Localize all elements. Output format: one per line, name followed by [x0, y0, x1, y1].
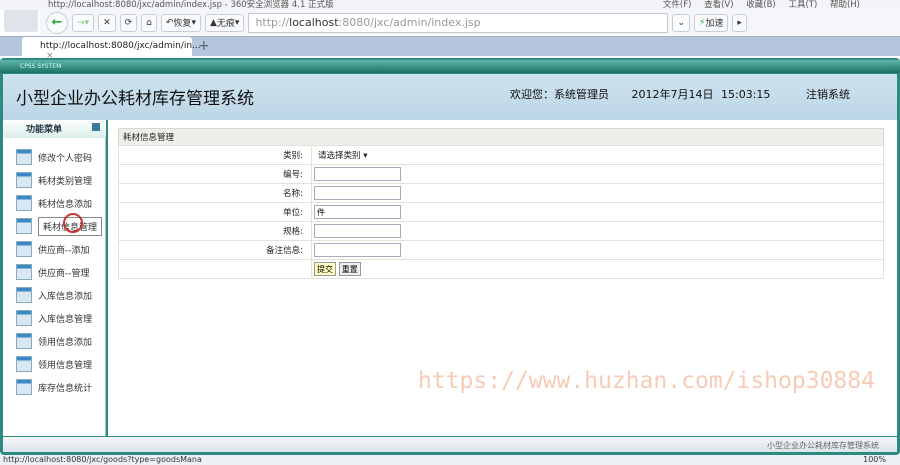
user-icon	[16, 379, 32, 395]
sidebar-item-label: 修改个人密码	[38, 153, 93, 164]
sidebar-header: 功能菜单	[4, 120, 106, 138]
user-icon	[16, 149, 32, 165]
speed-button[interactable]: ⚡ 加速	[693, 13, 729, 32]
zoom-level[interactable]: 100%	[863, 455, 886, 465]
sidebar-item[interactable]: 修改个人密码	[16, 147, 92, 167]
browser-tab[interactable]: http://localhost:8080/jxc/admin/in... ×	[22, 37, 201, 61]
name-input[interactable]	[314, 186, 401, 200]
empty-cell	[118, 259, 312, 279]
restore-button[interactable]: ↶ 恢复 ▾	[160, 13, 201, 32]
reset-button[interactable]: 重置	[338, 262, 361, 276]
sidebar-item[interactable]: 供应商--添加	[16, 239, 90, 259]
user-icon	[16, 241, 32, 257]
home-button[interactable]: ⌂	[141, 13, 157, 32]
spec-label: 规格:	[118, 221, 312, 241]
sidebar-item-label: 供应商--添加	[38, 245, 90, 256]
sidebar-item-label: 入库信息添加	[38, 291, 93, 302]
sidebar-item-label: 领用信息管理	[38, 360, 93, 371]
material-form: 耗材信息管理 类别:请选择类别 ▾ 编号: 名称: 单位: 规格: 备注信息: …	[118, 128, 884, 279]
window-title: http://localhost:8080/jxc/admin/index.js…	[48, 0, 334, 10]
category-label: 类别:	[118, 145, 312, 165]
unit-label: 单位:	[118, 202, 312, 222]
browser-menu: 文件(F) 查看(V) 收藏(B) 工具(T) 帮助(H)	[663, 0, 860, 10]
status-url: http://localhost:8080/jxc/goods?type=goo…	[3, 455, 202, 464]
user-icon	[16, 264, 32, 280]
back-button[interactable]: ←	[46, 11, 68, 34]
sidebar-item-label: 库存信息统计	[38, 383, 93, 394]
code-label: 编号:	[118, 164, 312, 184]
incognito-button[interactable]: ▲ 无痕 ▾	[204, 13, 245, 32]
sidebar-item-label: 供应商--管理	[38, 268, 90, 279]
user-icon	[16, 287, 32, 303]
collapse-icon[interactable]	[92, 123, 100, 131]
sidebar-item[interactable]: 耗材类别管理	[16, 170, 92, 190]
user-icon	[16, 356, 32, 372]
address-bar[interactable]: http://localhost:8080/jxc/admin/index.js…	[248, 12, 669, 33]
sidebar-item[interactable]: 耗材信息添加	[16, 193, 92, 213]
forward-button[interactable]: →▾	[72, 13, 95, 32]
sidebar-item[interactable]: 入库信息添加	[16, 285, 92, 305]
watermark: https://www.huzhan.com/ishop30884	[418, 368, 875, 394]
sidebar-item[interactable]: 供应商--管理	[16, 262, 90, 282]
menu-tools[interactable]: 工具(T)	[788, 0, 817, 10]
unit-input[interactable]	[314, 205, 401, 219]
address-dropdown[interactable]: ⌄	[672, 13, 690, 32]
restore-label: 恢复	[173, 19, 192, 29]
category-select[interactable]: 请选择类别 ▾	[314, 148, 372, 162]
browser-toolbar: ← →▾ ✕ ⟳ ⌂ ↶ 恢复 ▾ ▲ 无痕 ▾ http://localhost:80…	[40, 10, 900, 35]
incognito-label: 无痕	[216, 19, 235, 29]
speed-label: 加速	[705, 19, 724, 29]
menu-favorites[interactable]: 收藏(B)	[746, 0, 775, 10]
code-input[interactable]	[314, 167, 401, 181]
frame-label: CPSS SYSTEM	[20, 63, 62, 70]
sidebar-item[interactable]: 入库信息管理	[16, 308, 92, 328]
chevron-down-icon: ▾	[363, 151, 368, 161]
stop-button[interactable]: ✕	[98, 13, 116, 32]
sidebar-item-label: 领用信息添加	[38, 337, 93, 348]
user-icon	[16, 172, 32, 188]
menu-help[interactable]: 帮助(H)	[830, 0, 860, 10]
tab-title: http://localhost:8080/jxc/admin/in...	[40, 41, 201, 51]
cursor-highlight	[63, 213, 83, 233]
user-icon	[16, 218, 32, 234]
browser-titlebar: http://localhost:8080/jxc/admin/index.js…	[0, 0, 900, 10]
user-icon	[16, 195, 32, 211]
new-tab-button[interactable]: +	[198, 38, 210, 54]
sidebar-title: 功能菜单	[26, 125, 63, 135]
sidebar-item[interactable]: 耗材信息管理	[16, 216, 103, 236]
current-datetime: 2012年7月14日 15:03:15	[631, 88, 771, 101]
sidebar-item[interactable]: 库存信息统计	[16, 377, 92, 397]
sidebar-item-label: 耗材信息添加	[38, 199, 93, 210]
welcome-user: 欢迎您：系统管理员	[510, 88, 609, 101]
sidebar-item-label: 入库信息管理	[38, 314, 93, 325]
sidebar-item-label: 耗材类别管理	[38, 176, 93, 187]
name-label: 名称:	[118, 183, 312, 203]
menu-file[interactable]: 文件(F)	[663, 0, 692, 10]
app-frame-header: CPSS SYSTEM	[0, 60, 900, 73]
submit-button[interactable]: 提交	[314, 262, 336, 276]
spec-input[interactable]	[314, 224, 401, 238]
remark-input[interactable]	[314, 243, 401, 257]
go-button[interactable]: ▸	[732, 13, 747, 32]
url-prefix: http://	[255, 16, 290, 29]
user-icon	[16, 333, 32, 349]
sidebar-item[interactable]: 领用信息添加	[16, 331, 92, 351]
url-host: localhost	[289, 16, 339, 29]
menu-view[interactable]: 查看(V)	[704, 0, 733, 10]
sidebar-item[interactable]: 领用信息管理	[16, 354, 92, 374]
browser-statusbar: http://localhost:8080/jxc/goods?type=goo…	[0, 455, 900, 465]
category-value: 请选择类别	[318, 151, 361, 161]
logout-link[interactable]: 注销系统	[806, 86, 850, 102]
form-title: 耗材信息管理	[118, 128, 884, 146]
refresh-button[interactable]: ⟳	[119, 13, 138, 32]
user-icon	[16, 310, 32, 326]
welcome-text: 欢迎您：系统管理员 2012年7月14日 15:03:15	[510, 86, 770, 102]
url-path: :8080/jxc/admin/index.jsp	[338, 16, 481, 29]
app-footer: 小型企业办公耗材库存管理系统	[3, 437, 897, 452]
system-title: 小型企业办公耗材库存管理系统	[16, 89, 254, 109]
remark-label: 备注信息:	[118, 240, 312, 260]
